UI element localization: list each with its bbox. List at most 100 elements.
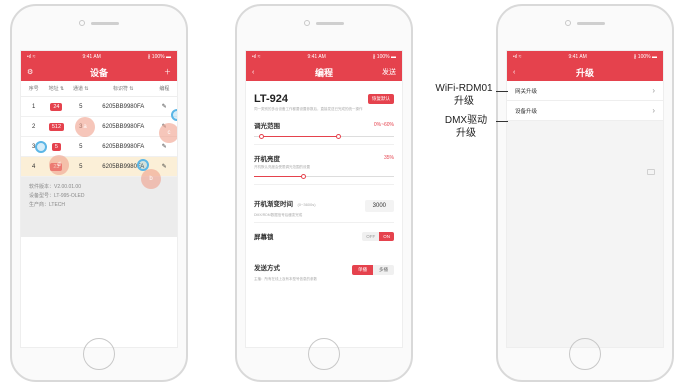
slider-handle-max[interactable] [335, 134, 341, 139]
page-title: 升级 [575, 67, 594, 78]
send-button[interactable]: 发送 [376, 67, 396, 77]
address-badge[interactable]: 512 [48, 122, 65, 131]
speaker-grill [91, 22, 119, 25]
home-button[interactable] [308, 338, 340, 370]
gateway-upgrade-item[interactable]: 网关升级 › [507, 81, 663, 101]
status-time: 9:41 AM [82, 54, 101, 60]
header-index[interactable]: 序号 [23, 85, 44, 92]
annotation-line-2: 升级 [456, 128, 476, 139]
address-badge[interactable]: 5 [51, 142, 61, 151]
header-identifier[interactable]: 标识符 ⇅ [93, 85, 154, 92]
back-icon[interactable]: ‹ [252, 69, 272, 76]
send-mode-hint: 主播：所有在线上及有本型号信息的参数 [254, 277, 317, 281]
camera-icon [647, 169, 655, 175]
signal-icon: •ıl ≈ [513, 54, 522, 60]
fade-time-hint: DMX/RDM数据信号后缓变完成 [254, 213, 303, 217]
camera-dot [79, 20, 85, 26]
row-identifier: 6205BB9980FA [102, 123, 145, 130]
address-badge[interactable]: 24 [50, 102, 63, 111]
table-header: 序号 地址 ⇅ 通道 ⇅ 标识符 ⇅ 编程 [21, 81, 177, 97]
table-row[interactable]: 2 512 3 6205BB9980FA ✎ [21, 117, 177, 137]
header-address[interactable]: 地址 ⇅ [44, 85, 68, 92]
power-on-brightness-section: 开机亮度 35% 开机默认亮度会受限调光范围的设置 [254, 153, 394, 185]
status-time: 9:41 AM [307, 54, 326, 60]
marker-c: c [159, 123, 177, 143]
multicast-option[interactable]: 多播 [373, 264, 394, 275]
nav-bar: ⚙ 设备 ＋ [21, 63, 177, 81]
marker-d: d [49, 155, 69, 175]
annotation-line-2: 升级 [454, 96, 474, 107]
row-index: 2 [31, 123, 36, 130]
status-bar: •ıl ≈ 9:41 AM ∦ 100% ▬ [507, 51, 663, 63]
back-icon[interactable]: ‹ [513, 69, 533, 76]
status-bar: •ıl ≈ 9:41 AM ∦ 100% ▬ [246, 51, 402, 63]
wifi-rdm-annotation: WiFi-RDM01 升级 [428, 82, 500, 108]
programming-screen: •ıl ≈ 9:41 AM ∦ 100% ▬ ‹ 编程 发送 LT-924 恢复… [245, 50, 403, 348]
gateway-upgrade-label: 网关升级 [515, 88, 538, 95]
fade-time-unit: (0~3600s) [297, 202, 316, 207]
marker-b: b [141, 169, 161, 189]
status-time: 9:41 AM [568, 54, 587, 60]
edit-icon[interactable]: ✎ [154, 163, 175, 170]
marker-a: a [75, 117, 95, 137]
dimming-range-slider[interactable] [254, 134, 394, 140]
battery-icon: ∦ 100% ▬ [372, 54, 396, 60]
battery-icon: ∦ 100% ▬ [147, 54, 171, 60]
edit-icon[interactable]: ✎ [154, 103, 175, 110]
dimming-range-section: 调光范围 0%~60% [254, 120, 394, 145]
home-button[interactable] [569, 338, 601, 370]
unicast-option[interactable]: 单播 [352, 264, 373, 275]
screen-lock-label: 屏幕锁 [254, 234, 274, 241]
upgrade-screen: •ıl ≈ 9:41 AM ∦ 100% ▬ ‹ 升级 网关升级 › 设备升级 … [506, 50, 664, 348]
device-upgrade-item[interactable]: 设备升级 › [507, 101, 663, 121]
tap-indicator-icon [171, 109, 177, 121]
camera-dot [565, 20, 571, 26]
toggle-on[interactable]: ON [379, 231, 394, 241]
restore-default-button[interactable]: 恢复默认 [368, 94, 394, 104]
annotation-line-1: WiFi-RDM01 [435, 83, 493, 94]
dmx-driver-annotation: DMX驱动 升级 [436, 114, 496, 140]
screen-lock-toggle[interactable]: OFF ON [362, 231, 394, 241]
row-identifier: 6205BB9980FA [102, 143, 145, 150]
chevron-right-icon: › [652, 86, 655, 95]
annotation-connector [496, 121, 508, 122]
brightness-label: 开机亮度 [254, 156, 280, 163]
fade-time-section: 开机渐变时间 (0~3600s) DMX/RDM数据信号后缓变完成 3000 [254, 193, 394, 223]
speaker-grill [316, 22, 344, 25]
slider-handle-min[interactable] [258, 134, 264, 139]
screen-lock-section: 屏幕锁 OFF ON [254, 231, 394, 245]
page-title: 设备 [89, 67, 108, 78]
slider-handle[interactable] [300, 174, 306, 179]
camera-dot [304, 20, 310, 26]
row-index: 1 [31, 103, 36, 110]
device-list-screen: •ıl ≈ 9:41 AM ∦ 100% ▬ ⚙ 设备 ＋ 序号 地址 ⇅ 通道… [20, 50, 178, 348]
nav-bar: ‹ 编程 发送 [246, 63, 402, 81]
nav-bar: ‹ 升级 [507, 63, 663, 81]
dimming-range-label: 调光范围 [254, 123, 280, 130]
dimming-range-value: 0%~60% [373, 122, 394, 128]
send-mode-section: 发送方式 主播：所有在线上及有本型号信息的参数 单播 多播 [254, 257, 394, 286]
brightness-slider[interactable] [254, 174, 394, 180]
row-identifier: 6205BB9980FA [102, 103, 145, 110]
fade-time-label: 开机渐变时间 [254, 201, 293, 208]
send-mode-selector[interactable]: 单播 多播 [352, 264, 394, 275]
header-program: 编程 [159, 86, 170, 92]
row-channel: 5 [79, 143, 83, 150]
manufacturer: 生产商：LTECH [29, 202, 66, 208]
gear-icon[interactable]: ⚙ [27, 68, 47, 76]
edit-icon[interactable]: ✎ [154, 143, 175, 150]
phone-frame-2: •ıl ≈ 9:41 AM ∦ 100% ▬ ‹ 编程 发送 LT-924 恢复… [235, 4, 413, 382]
toggle-off[interactable]: OFF [362, 231, 380, 241]
tap-indicator-icon [137, 159, 149, 171]
device-upgrade-label: 设备升级 [515, 108, 538, 115]
header-channel[interactable]: 通道 ⇅ [69, 85, 93, 92]
send-mode-label: 发送方式 [254, 265, 280, 272]
add-icon[interactable]: ＋ [151, 67, 171, 77]
row-channel: 5 [79, 163, 83, 170]
home-button[interactable] [83, 338, 115, 370]
fade-time-input[interactable]: 3000 [364, 199, 394, 212]
table-row[interactable]: 1 24 5 6205BB9980FA ✎ [21, 97, 177, 117]
row-index: 4 [31, 163, 36, 170]
annotation-line-1: DMX驱动 [444, 115, 488, 126]
chevron-right-icon: › [652, 106, 655, 115]
